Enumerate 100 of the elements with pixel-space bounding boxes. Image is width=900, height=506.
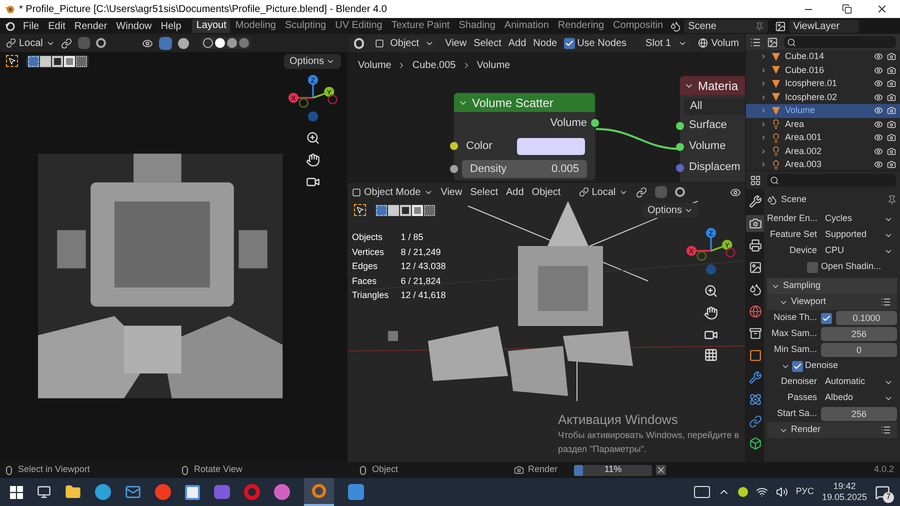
breadcrumb-item[interactable]: Volume: [476, 58, 510, 72]
workspace-tab[interactable]: Sculpting: [280, 19, 330, 33]
filter-icon[interactable]: [767, 36, 778, 48]
zoom-icon[interactable]: [704, 284, 718, 298]
camera-icon[interactable]: [887, 160, 896, 170]
workspace-tab[interactable]: UV Editing: [331, 19, 386, 33]
workspace-tab[interactable]: Compositin: [609, 19, 668, 33]
camera-icon[interactable]: [887, 106, 896, 116]
density-field[interactable]: Density 0.005: [462, 160, 587, 178]
node-editor[interactable]: Object View Select Add Node Use Nodes Slot 1 Volum Volume Cube.005 Volume Volume Scatter Volume Color Density 0.005 Materia All Surface Volume Displacem: [348, 34, 745, 182]
properties-panel[interactable]: [746, 171, 900, 462]
select-mode-buttons[interactable]: [26, 54, 89, 68]
property-tab[interactable]: [746, 215, 764, 232]
volume-icon[interactable]: [776, 486, 788, 498]
windows-start-icon[interactable]: [10, 486, 23, 498]
subpanel-header[interactable]: Viewport: [767, 294, 897, 310]
select-tool-icon[interactable]: [354, 204, 366, 216]
workspace-tab[interactable]: Animation: [500, 19, 553, 33]
task-view-icon[interactable]: [37, 485, 51, 499]
visibility-icon[interactable]: [730, 186, 741, 198]
select-mode-buttons[interactable]: [374, 204, 437, 216]
select-tool-icon[interactable]: [6, 55, 18, 67]
rendered-shading-icon[interactable]: [238, 38, 249, 48]
hand-icon[interactable]: [704, 306, 718, 320]
number-field[interactable]: 0: [821, 343, 897, 357]
language-indicator[interactable]: РУС: [796, 485, 814, 499]
proportional-icon[interactable]: [96, 38, 106, 48]
restore-icon[interactable]: [842, 4, 852, 14]
menu-item[interactable]: View: [445, 36, 467, 50]
outliner-item[interactable]: Volume: [746, 104, 900, 118]
number-field[interactable]: 256: [821, 407, 897, 421]
folder-icon[interactable]: [65, 484, 81, 500]
eye-icon[interactable]: [874, 133, 883, 142]
notification-icon[interactable]: [875, 484, 890, 500]
camera-icon[interactable]: [306, 175, 320, 189]
eye-icon[interactable]: [874, 106, 883, 116]
intersect-icon[interactable]: [424, 204, 435, 216]
solid-shading-icon[interactable]: [214, 38, 225, 48]
workspace-tab[interactable]: Shading: [454, 19, 500, 33]
extend-icon[interactable]: [40, 56, 51, 66]
select-box-icon[interactable]: [376, 204, 387, 216]
cancel-icon[interactable]: [656, 465, 666, 475]
outliner[interactable]: Cube.014 Cube.016 Icosphere.01 Icosphere.02 Volume Area Area.001 Area.002 Area.003: [746, 34, 900, 170]
visibility-icon[interactable]: [142, 38, 153, 48]
camera-icon[interactable]: [887, 133, 896, 142]
workspace-tab[interactable]: Texture Paint: [387, 19, 454, 33]
outliner-item[interactable]: Area: [746, 118, 900, 131]
eye-icon[interactable]: [874, 66, 883, 75]
outliner-item[interactable]: Area.003: [746, 158, 900, 170]
select-box-icon[interactable]: [28, 56, 39, 66]
pin-icon[interactable]: [887, 195, 897, 205]
orientation-dropdown[interactable]: Local: [6, 36, 55, 50]
view-layer-icon[interactable]: [775, 20, 786, 32]
outliner-item[interactable]: Icosphere.01: [746, 77, 900, 90]
workspace-tab[interactable]: Rendering: [554, 19, 608, 33]
socket-icon[interactable]: [676, 122, 684, 130]
camera-icon[interactable]: [887, 146, 896, 156]
menu-item[interactable]: Node: [533, 36, 558, 50]
options-button[interactable]: Options: [284, 54, 341, 68]
menu-item[interactable]: Add: [508, 36, 526, 50]
gizmo-toggle-icon[interactable]: [158, 36, 172, 50]
menu-item[interactable]: Edit: [44, 18, 70, 34]
checkbox[interactable]: [821, 312, 832, 324]
search-field[interactable]: [784, 36, 896, 48]
zoom-icon[interactable]: [306, 131, 320, 145]
outliner-item[interactable]: Area.002: [746, 144, 900, 158]
material-field[interactable]: Volum: [698, 36, 739, 50]
invert-icon[interactable]: [64, 56, 75, 66]
orientation-dropdown[interactable]: Local: [578, 184, 628, 200]
socket-icon[interactable]: [676, 142, 684, 150]
camera-icon[interactable]: [887, 66, 896, 75]
subpanel-header[interactable]: Render: [767, 422, 897, 438]
volume-scatter-node[interactable]: Volume Scatter Volume Color Density 0.005: [453, 92, 596, 181]
menu-item[interactable]: Select: [470, 184, 498, 200]
options-button[interactable]: Options: [642, 202, 699, 218]
eye-icon[interactable]: [874, 146, 883, 156]
checkbox[interactable]: [564, 38, 576, 48]
eye-icon[interactable]: [874, 79, 883, 88]
scene-field[interactable]: Scene: [684, 20, 768, 32]
outliner-item[interactable]: Icosphere.02: [746, 90, 900, 104]
material-shading-icon[interactable]: [226, 38, 237, 48]
menu-item[interactable]: Select: [474, 36, 502, 50]
panel-header[interactable]: Sampling: [767, 278, 897, 294]
shading-buttons[interactable]: [200, 37, 251, 49]
overlay-icon[interactable]: [178, 38, 189, 48]
checkbox[interactable]: [807, 262, 818, 272]
socket-icon[interactable]: [450, 142, 458, 150]
close-icon[interactable]: [876, 3, 888, 15]
node-header[interactable]: Volume Scatter: [454, 93, 595, 112]
search-field[interactable]: [767, 174, 896, 186]
wireframe-shading-icon[interactable]: [202, 38, 213, 48]
eye-icon[interactable]: [874, 92, 883, 102]
breadcrumb-item[interactable]: Cube.005: [412, 58, 456, 72]
menu-item[interactable]: File: [19, 18, 44, 34]
scene-icon[interactable]: [670, 20, 682, 32]
menu-item[interactable]: Render: [70, 18, 112, 34]
menu-item[interactable]: Add: [506, 184, 524, 200]
opera-icon[interactable]: [244, 484, 260, 500]
workspace-tab[interactable]: Modeling: [231, 19, 280, 33]
display-mode-icon[interactable]: [750, 36, 761, 48]
